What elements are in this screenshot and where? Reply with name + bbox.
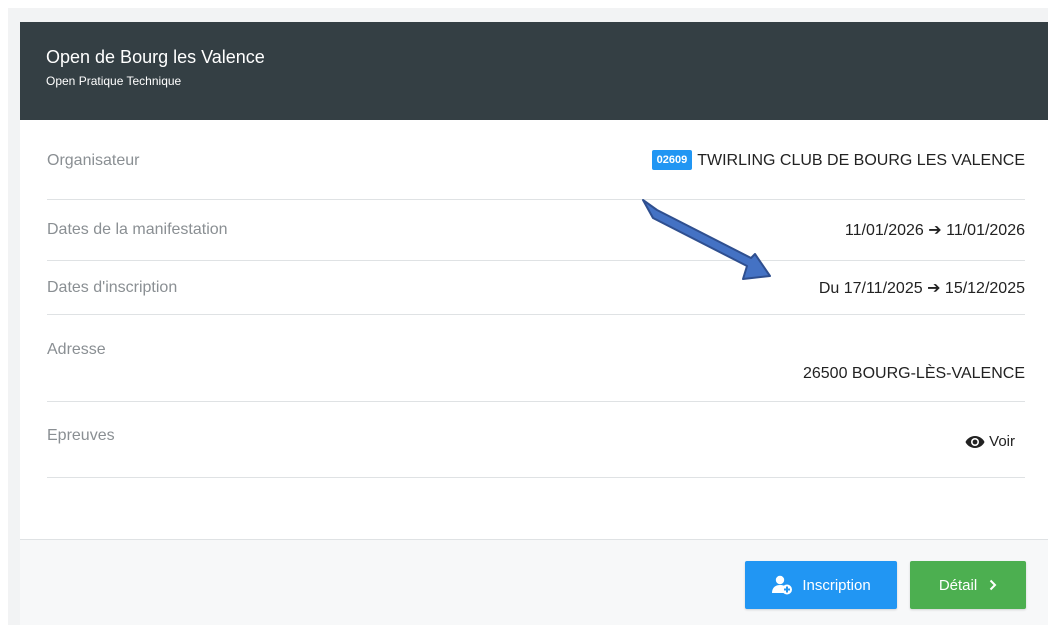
epreuves-label: Epreuves [47,427,115,444]
voir-label: Voir [989,433,1015,450]
epreuves-row: Epreuves Voir [47,402,1025,478]
detail-label: Détail [938,576,978,594]
chevron-right-icon [989,579,997,591]
detail-button[interactable]: Détail [910,561,1026,609]
adresse-value: 26500 BOURG-LÈS-VALENCE [802,365,1025,382]
organisateur-label: Organisateur [47,151,140,169]
adresse-label: Adresse [47,341,106,358]
event-title: Open de Bourg les Valence [46,47,265,67]
adresse-row: Adresse 26500 BOURG-LÈS-VALENCE [47,315,1025,402]
organisateur-row: Organisateur 02609 TWIRLING CLUB DE BOURG… [47,120,1025,200]
dates-manifestation-value: 11/01/2026 ➔ 11/01/2026 [844,222,1025,239]
dates-inscription-label: Dates d'inscription [47,278,178,296]
card-footer: Inscription Détail [20,539,1048,625]
eye-icon [965,435,985,448]
inscription-button[interactable]: Inscription [745,561,897,609]
add-user-icon [772,575,793,595]
event-card: Open de Bourg les Valence Open Pratique … [20,22,1048,625]
dates-manifestation-label: Dates de la manifestation [47,221,228,238]
inscription-label: Inscription [802,576,871,594]
card-header: Open de Bourg les Valence Open Pratique … [20,22,1048,120]
dates-manifestation-row: Dates de la manifestation 11/01/2026 ➔ 1… [47,200,1025,261]
organisateur-value-wrap: 02609 TWIRLING CLUB DE BOURG LES VALENCE [651,149,1025,171]
card-body: Organisateur 02609 TWIRLING CLUB DE BOURG… [20,120,1048,478]
dates-inscription-value: Du 17/11/2025 ➔ 15/12/2025 [818,279,1025,297]
dates-inscription-row: Dates d'inscription Du 17/11/2025 ➔ 15/1… [47,261,1025,315]
voir-epreuves-link[interactable]: Voir [965,433,1015,450]
club-number-badge: 02609 [651,149,693,170]
event-subtitle: Open Pratique Technique [46,74,182,88]
organisateur-value: TWIRLING CLUB DE BOURG LES VALENCE [697,151,1025,169]
